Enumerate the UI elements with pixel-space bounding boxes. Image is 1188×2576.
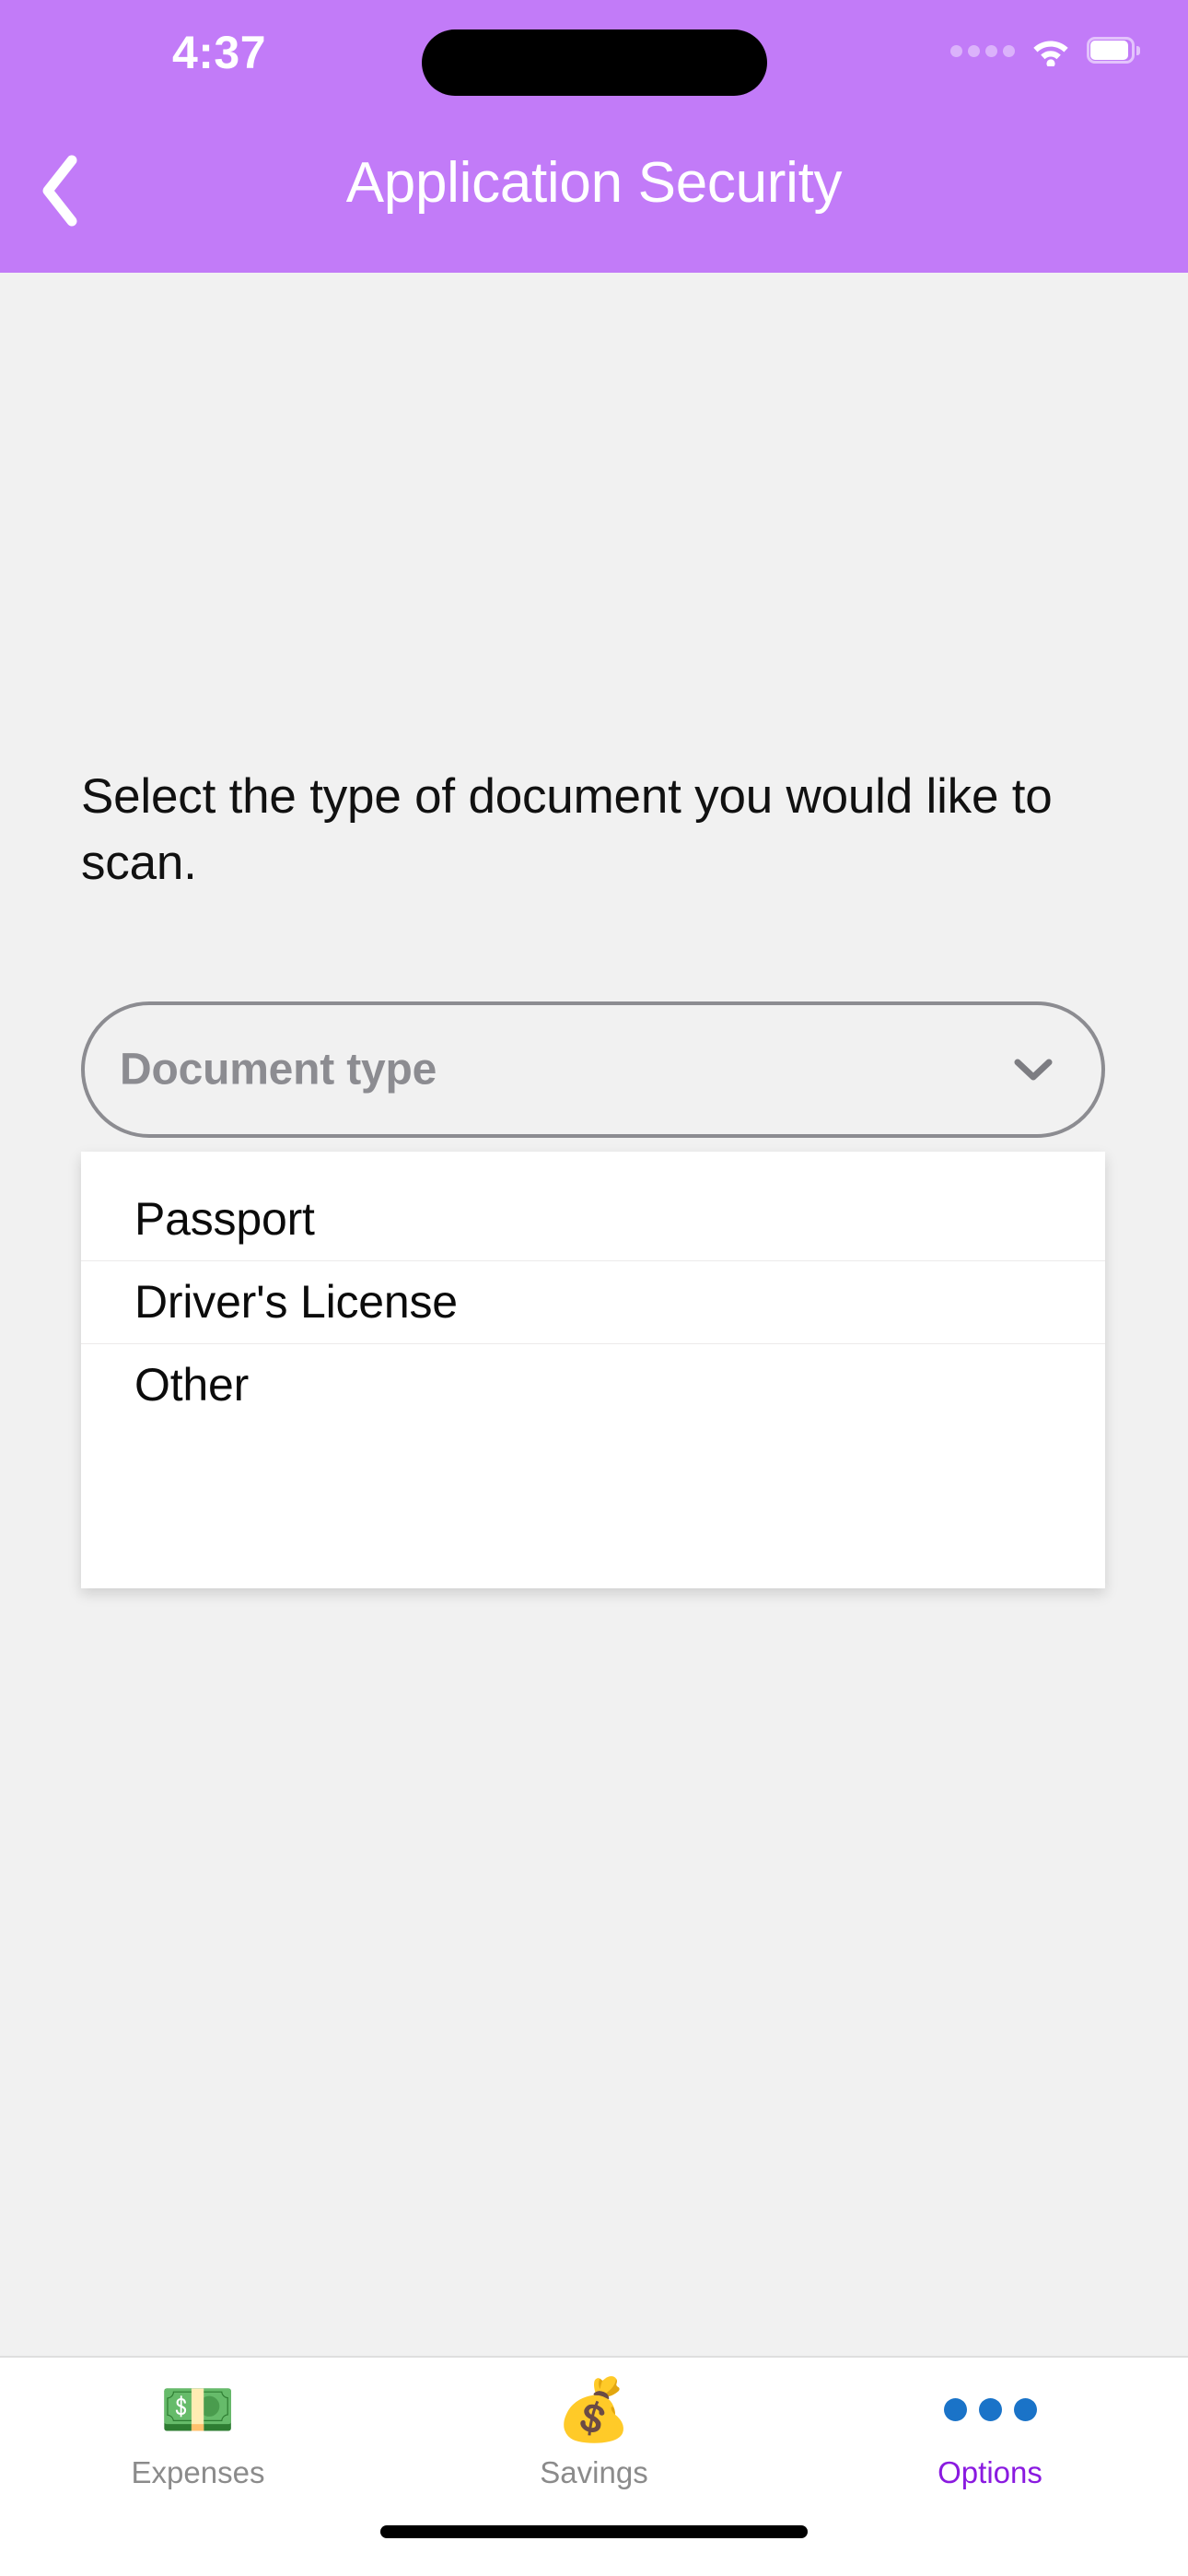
main-content: Select the type of document you would li… — [0, 273, 1188, 2356]
document-type-select[interactable]: Document type — [81, 1001, 1105, 1138]
tab-savings[interactable]: 💰 Savings — [396, 2358, 792, 2523]
page-title: Application Security — [345, 150, 843, 215]
money-bag-icon: 💰 — [555, 2375, 633, 2443]
option-drivers-license[interactable]: Driver's License — [81, 1260, 1105, 1343]
navigation-bar: Application Security — [0, 92, 1188, 273]
document-type-options-list: Passport Driver's License Other — [81, 1152, 1105, 1588]
option-passport[interactable]: Passport — [81, 1177, 1105, 1260]
dynamic-island — [422, 29, 767, 96]
option-other[interactable]: Other — [81, 1343, 1105, 1426]
tab-expenses[interactable]: 💵 Expenses — [0, 2358, 396, 2523]
back-button[interactable] — [17, 149, 99, 232]
chevron-down-icon — [1013, 1049, 1054, 1090]
battery-icon — [1087, 37, 1140, 64]
money-with-wings-icon: 💵 — [159, 2375, 237, 2443]
cellular-dots-icon — [950, 44, 1015, 57]
instruction-text: Select the type of document you would li… — [81, 769, 1053, 890]
bottom-tab-bar: 💵 Expenses 💰 Savings Options — [0, 2356, 1188, 2576]
app-header: 4:37 Application Security — [0, 0, 1188, 273]
status-bar-indicators — [950, 28, 1140, 74]
status-bar-time: 4:37 — [171, 27, 267, 78]
document-type-placeholder: Document type — [120, 1045, 437, 1095]
chevron-left-icon — [42, 155, 77, 227]
tab-options-label: Options — [938, 2455, 1042, 2489]
tab-expenses-label: Expenses — [131, 2455, 265, 2489]
status-bar: 4:37 — [0, 0, 1188, 96]
tab-savings-label: Savings — [540, 2455, 648, 2489]
home-indicator — [380, 2525, 808, 2538]
phone-screen: 4:37 Application Security Select the typ… — [0, 0, 1188, 2576]
tab-options[interactable]: Options — [792, 2358, 1188, 2523]
three-dots-icon — [943, 2371, 1037, 2448]
wifi-icon — [1030, 35, 1072, 66]
